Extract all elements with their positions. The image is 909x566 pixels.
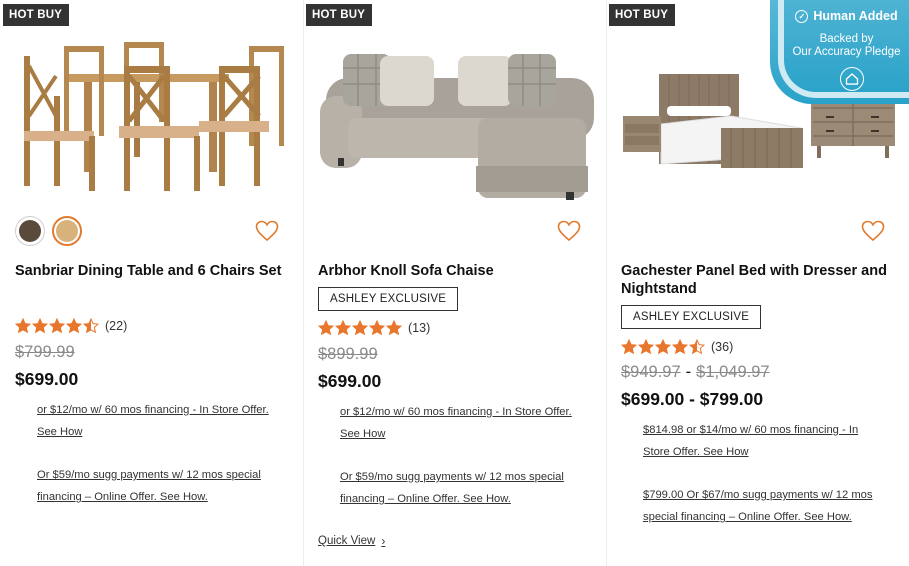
human-added-text: Human Added	[813, 9, 898, 23]
star-icon	[83, 318, 99, 334]
heart-icon[interactable]	[861, 220, 885, 242]
original-price: $899.99	[318, 345, 378, 363]
pledge-panel: ✓ Human Added Backed by Our Accuracy Ple…	[778, 0, 909, 98]
dining-set-image[interactable]	[14, 36, 290, 206]
star-rating[interactable]: (36)	[621, 339, 733, 355]
human-added-label: ✓ Human Added	[784, 9, 909, 23]
product-title[interactable]: Arbhor Knoll Sofa Chaise	[318, 262, 593, 280]
star-icon	[15, 318, 31, 334]
online-financing-link[interactable]: Or $59/mo sugg payments w/ 12 mos specia…	[37, 464, 277, 508]
heart-icon[interactable]	[557, 220, 581, 242]
backed-by-line: Backed by	[819, 33, 874, 45]
online-financing-link[interactable]: $799.00 Or $67/mo sugg payments w/ 12 mo…	[643, 484, 883, 528]
stars	[15, 318, 99, 334]
star-icon	[66, 318, 82, 334]
review-count: (36)	[711, 340, 734, 354]
accuracy-pledge-text: Backed by Our Accuracy Pledge	[784, 33, 909, 59]
product-grid: HOT BUY Sanbriar Dining Table and 6 Chai…	[0, 0, 909, 566]
sale-price: $699.00	[15, 369, 79, 389]
in-store-financing-link[interactable]: or $12/mo w/ 60 mos financing - In Store…	[340, 401, 580, 445]
exclusive-badge: ASHLEY EXCLUSIVE	[621, 305, 762, 329]
original-price-high: $1,049.97	[696, 363, 770, 381]
product-title[interactable]: Sanbriar Dining Table and 6 Chairs Set	[15, 262, 290, 280]
star-icon	[621, 339, 637, 355]
sale-price-range: $699.00 - $799.00	[621, 389, 764, 409]
human-added-pledge-badge: ✓ Human Added Backed by Our Accuracy Ple…	[770, 0, 909, 104]
star-icon	[335, 320, 351, 336]
review-count: (13)	[408, 321, 431, 335]
house-icon	[840, 67, 864, 91]
hot-buy-badge: HOT BUY	[609, 4, 676, 26]
star-rating[interactable]: (22)	[15, 318, 127, 334]
star-icon	[369, 320, 385, 336]
quick-view-label: Quick View	[318, 535, 376, 547]
sale-price: $699.00	[318, 371, 382, 391]
star-rating[interactable]: (13)	[318, 320, 430, 336]
review-count: (22)	[105, 319, 128, 333]
in-store-financing-link[interactable]: $814.98 or $14/mo w/ 60 mos financing - …	[643, 419, 883, 463]
swatch-dark[interactable]	[15, 216, 45, 246]
stars	[621, 339, 705, 355]
color-swatches	[15, 216, 82, 246]
check-circle-icon: ✓	[795, 9, 809, 23]
star-icon	[352, 320, 368, 336]
star-icon	[318, 320, 334, 336]
star-icon	[689, 339, 705, 355]
pledge-line: Our Accuracy Pledge	[792, 46, 901, 58]
product-card[interactable]: HOT BUY Arbhor Knoll Sofa Chaise ASHLEY …	[303, 0, 606, 566]
swatch-natural-selected[interactable]	[52, 216, 82, 246]
price-range-dash: -	[685, 363, 692, 381]
star-icon	[386, 320, 402, 336]
exclusive-badge: ASHLEY EXCLUSIVE	[318, 287, 459, 311]
online-financing-link[interactable]: Or $59/mo sugg payments w/ 12 mos specia…	[340, 466, 580, 510]
star-icon	[638, 339, 654, 355]
star-icon	[49, 318, 65, 334]
star-icon	[655, 339, 671, 355]
star-icon	[672, 339, 688, 355]
heart-icon[interactable]	[255, 220, 279, 242]
star-icon	[32, 318, 48, 334]
original-price: $799.99	[15, 343, 75, 361]
in-store-financing-link[interactable]: or $12/mo w/ 60 mos financing - In Store…	[37, 399, 277, 443]
original-price-range: $949.97- $1,049.97	[621, 363, 770, 382]
original-price-low: $949.97	[621, 363, 681, 381]
product-title[interactable]: Gachester Panel Bed with Dresser and Nig…	[621, 262, 896, 298]
chevron-right-icon: ›	[381, 534, 386, 548]
sofa-chaise-image[interactable]	[318, 36, 594, 206]
quick-view-link[interactable]: Quick View ›	[318, 534, 385, 548]
product-card[interactable]: HOT BUY Sanbriar Dining Table and 6 Chai…	[0, 0, 303, 566]
hot-buy-badge: HOT BUY	[306, 4, 373, 26]
hot-buy-badge: HOT BUY	[3, 4, 70, 26]
stars	[318, 320, 402, 336]
